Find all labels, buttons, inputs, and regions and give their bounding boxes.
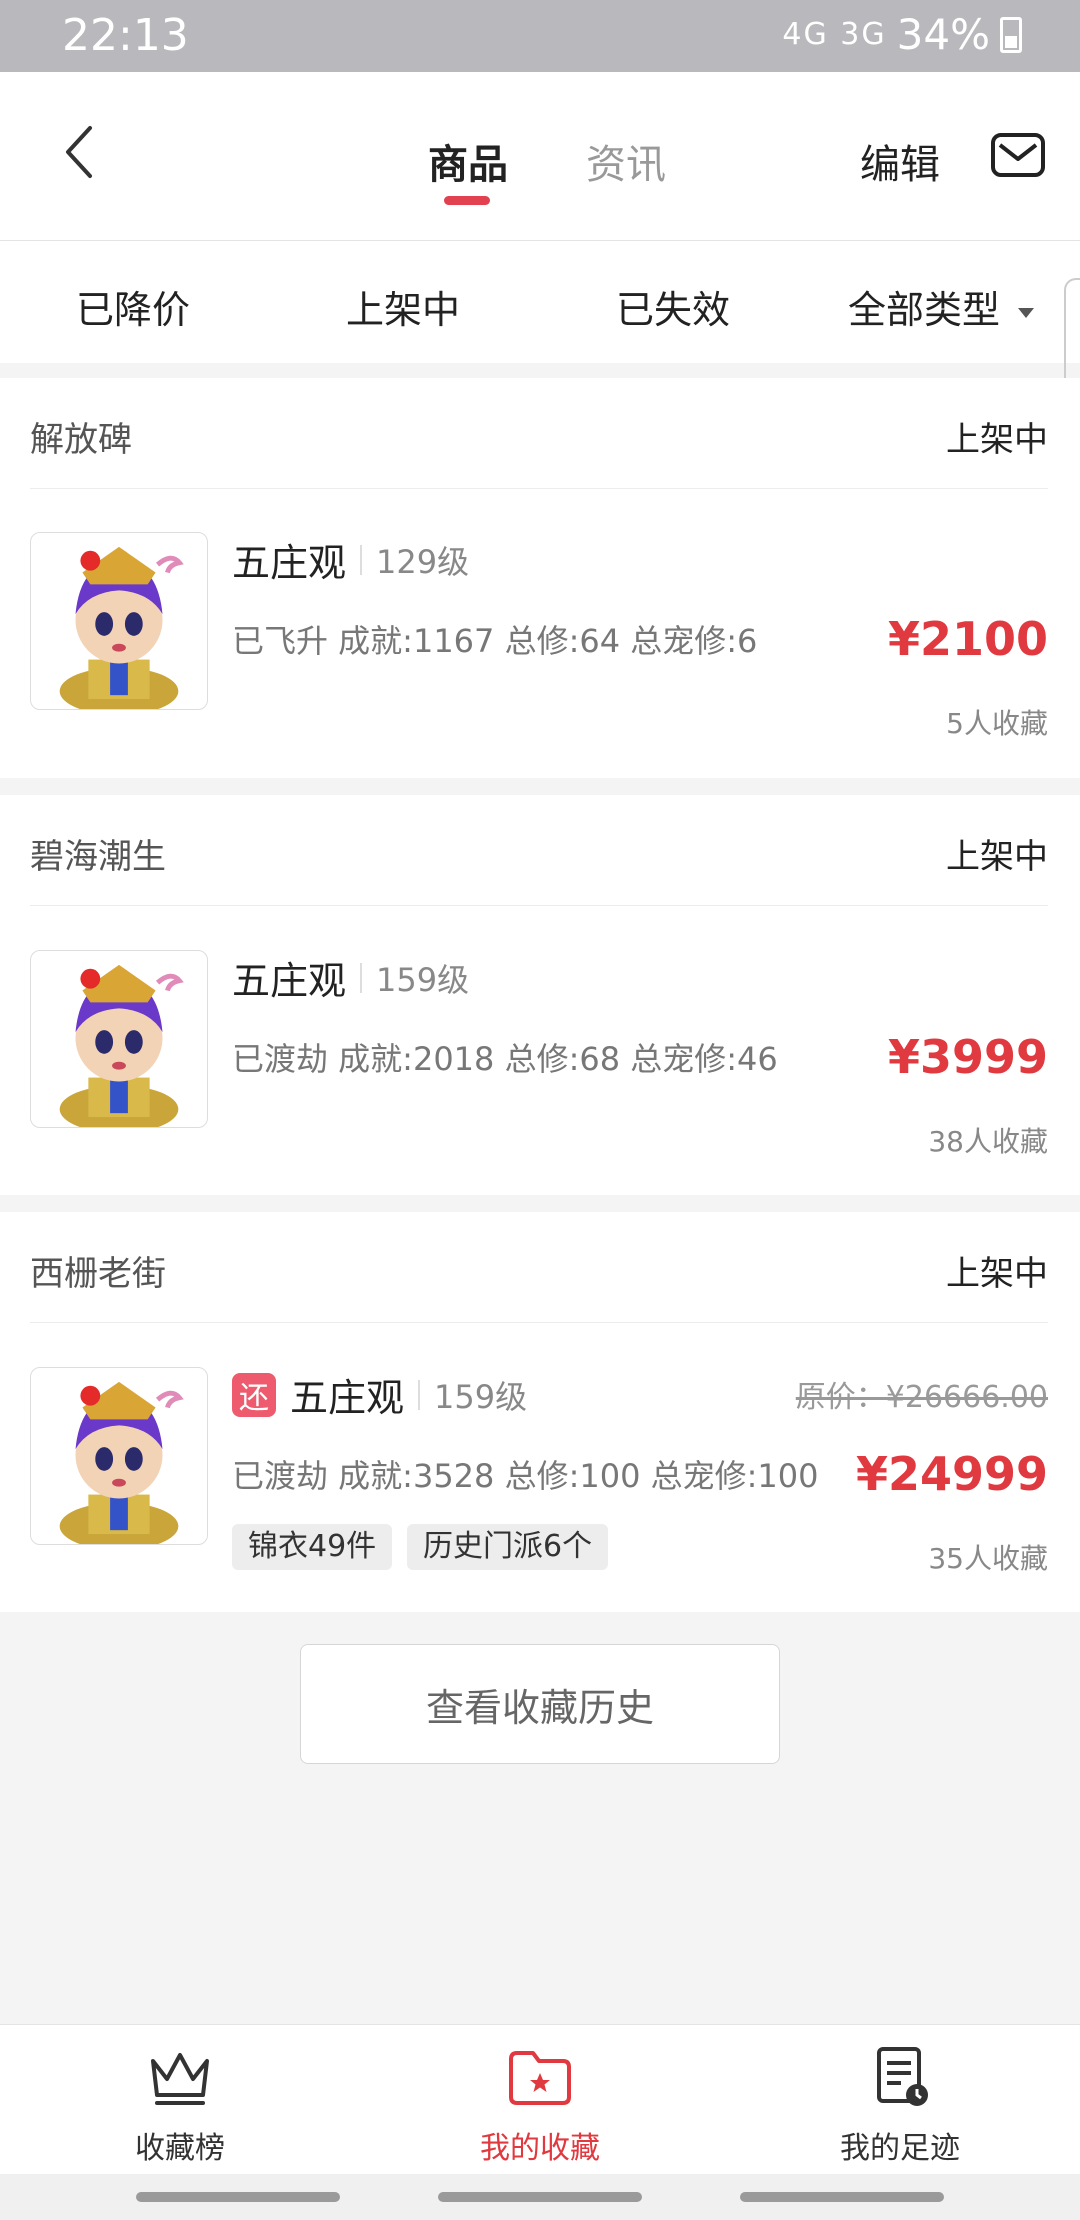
gesture-pill[interactable] [438,2192,642,2202]
top-header: 商品 资讯 编辑 [0,72,1080,241]
active-tab-indicator [444,196,490,205]
item-name: 五庄观 [232,959,347,1003]
listing-status: 上架中 [946,1254,1048,1294]
seller-name: 碧海潮生 [30,837,166,877]
view-history-button[interactable]: 查看收藏历史 [300,1644,780,1764]
item-level: 159级 [376,960,470,999]
favorite-count: 5人收藏 [946,707,1048,740]
tag-schools: 历史门派6个 [407,1524,609,1570]
item-description: 已渡劫 成就:2018 总修:68 总宠修:46 [232,1040,778,1078]
status-bar: 22:13 4G 3G 34% [0,0,1080,72]
character-thumbnail [30,1367,208,1545]
battery-percent: 34% [896,10,990,59]
tab-news[interactable]: 资讯 [586,132,666,190]
divider [360,962,363,993]
card-header: 西栅老街 上架中 [30,1212,1048,1323]
crown-icon [151,2053,209,2105]
return-badge: 还 [232,1372,276,1417]
item-level: 159级 [434,1377,528,1416]
bottom-nav: 收藏榜 我的收藏 我的足迹 [0,2024,1080,2175]
filter-price-drop[interactable]: 已降价 [76,279,190,334]
nav-ranking-label: 收藏榜 [135,2131,225,2166]
gesture-pill[interactable] [740,2192,944,2202]
character-thumbnail [30,950,208,1128]
card-header: 碧海潮生 上架中 [30,795,1048,906]
card-header: 解放碑 上架中 [30,378,1048,489]
seller-name: 西栅老街 [30,1254,166,1294]
divider [360,544,363,575]
item-description: 已飞升 成就:1167 总修:64 总宠修:6 [232,622,758,660]
nav-ranking[interactable]: 收藏榜 [30,2025,330,2175]
item-description: 已渡劫 成就:3528 总修:100 总宠修:100 [232,1457,819,1495]
gesture-pill[interactable] [136,2192,340,2202]
item-title-row: 五庄观 129级 [232,532,469,587]
nav-footprints[interactable]: 我的足迹 [750,2025,1050,2175]
list-item[interactable]: 解放碑 上架中 五庄观 129级 已飞升 成就:1167 总修:64 总宠修:6… [0,378,1080,778]
caret-down-icon [1018,307,1035,318]
favorite-count: 35人收藏 [928,1542,1048,1575]
favorite-count: 38人收藏 [928,1125,1048,1158]
back-arrow-icon[interactable] [58,122,102,182]
list-item[interactable]: 西栅老街 上架中 还 五庄观 159级 原价：¥26666.00 已渡劫 成就:… [0,1212,1080,1612]
listing-status: 上架中 [946,420,1048,460]
status-time: 22:13 [62,10,189,61]
item-level: 129级 [376,542,470,581]
seller-name: 解放碑 [30,420,132,460]
item-title-row: 还 五庄观 159级 [232,1367,527,1422]
item-price: ¥3999 [887,1030,1048,1084]
listing-status: 上架中 [946,837,1048,877]
nav-footprints-label: 我的足迹 [840,2131,960,2166]
star-folder-icon [509,2051,571,2105]
status-right: 4G 3G 34% [782,10,1022,59]
list-item[interactable]: 碧海潮生 上架中 五庄观 159级 已渡劫 成就:2018 总修:68 总宠修:… [0,795,1080,1195]
battery-icon [1000,16,1022,53]
filter-bar: 已降价 上架中 已失效 全部类型 [0,241,1080,363]
item-title-row: 五庄观 159级 [232,950,469,1005]
character-thumbnail [30,532,208,710]
history-note-icon [877,2047,928,2106]
filter-all-types-label: 全部类型 [848,288,1001,332]
filter-all-types[interactable]: 全部类型 [848,279,1035,334]
original-price: 原价：¥26666.00 [795,1380,1048,1415]
signal-icon: 4G 3G [782,17,887,52]
tag-outfits: 锦衣49件 [232,1524,393,1570]
nav-my-favorites[interactable]: 我的收藏 [390,2025,690,2175]
filter-on-sale[interactable]: 上架中 [346,279,460,334]
filter-expired[interactable]: 已失效 [616,279,730,334]
tab-goods[interactable]: 商品 [428,132,508,190]
edit-button[interactable]: 编辑 [860,132,940,190]
item-name: 五庄观 [232,541,347,585]
nav-my-favorites-label: 我的收藏 [480,2131,600,2166]
item-name: 五庄观 [290,1376,405,1420]
item-price: ¥24999 [855,1447,1048,1501]
item-price: ¥2100 [887,612,1048,666]
divider [418,1379,421,1410]
mail-icon[interactable] [990,132,1046,178]
gesture-bar [0,2174,1080,2220]
